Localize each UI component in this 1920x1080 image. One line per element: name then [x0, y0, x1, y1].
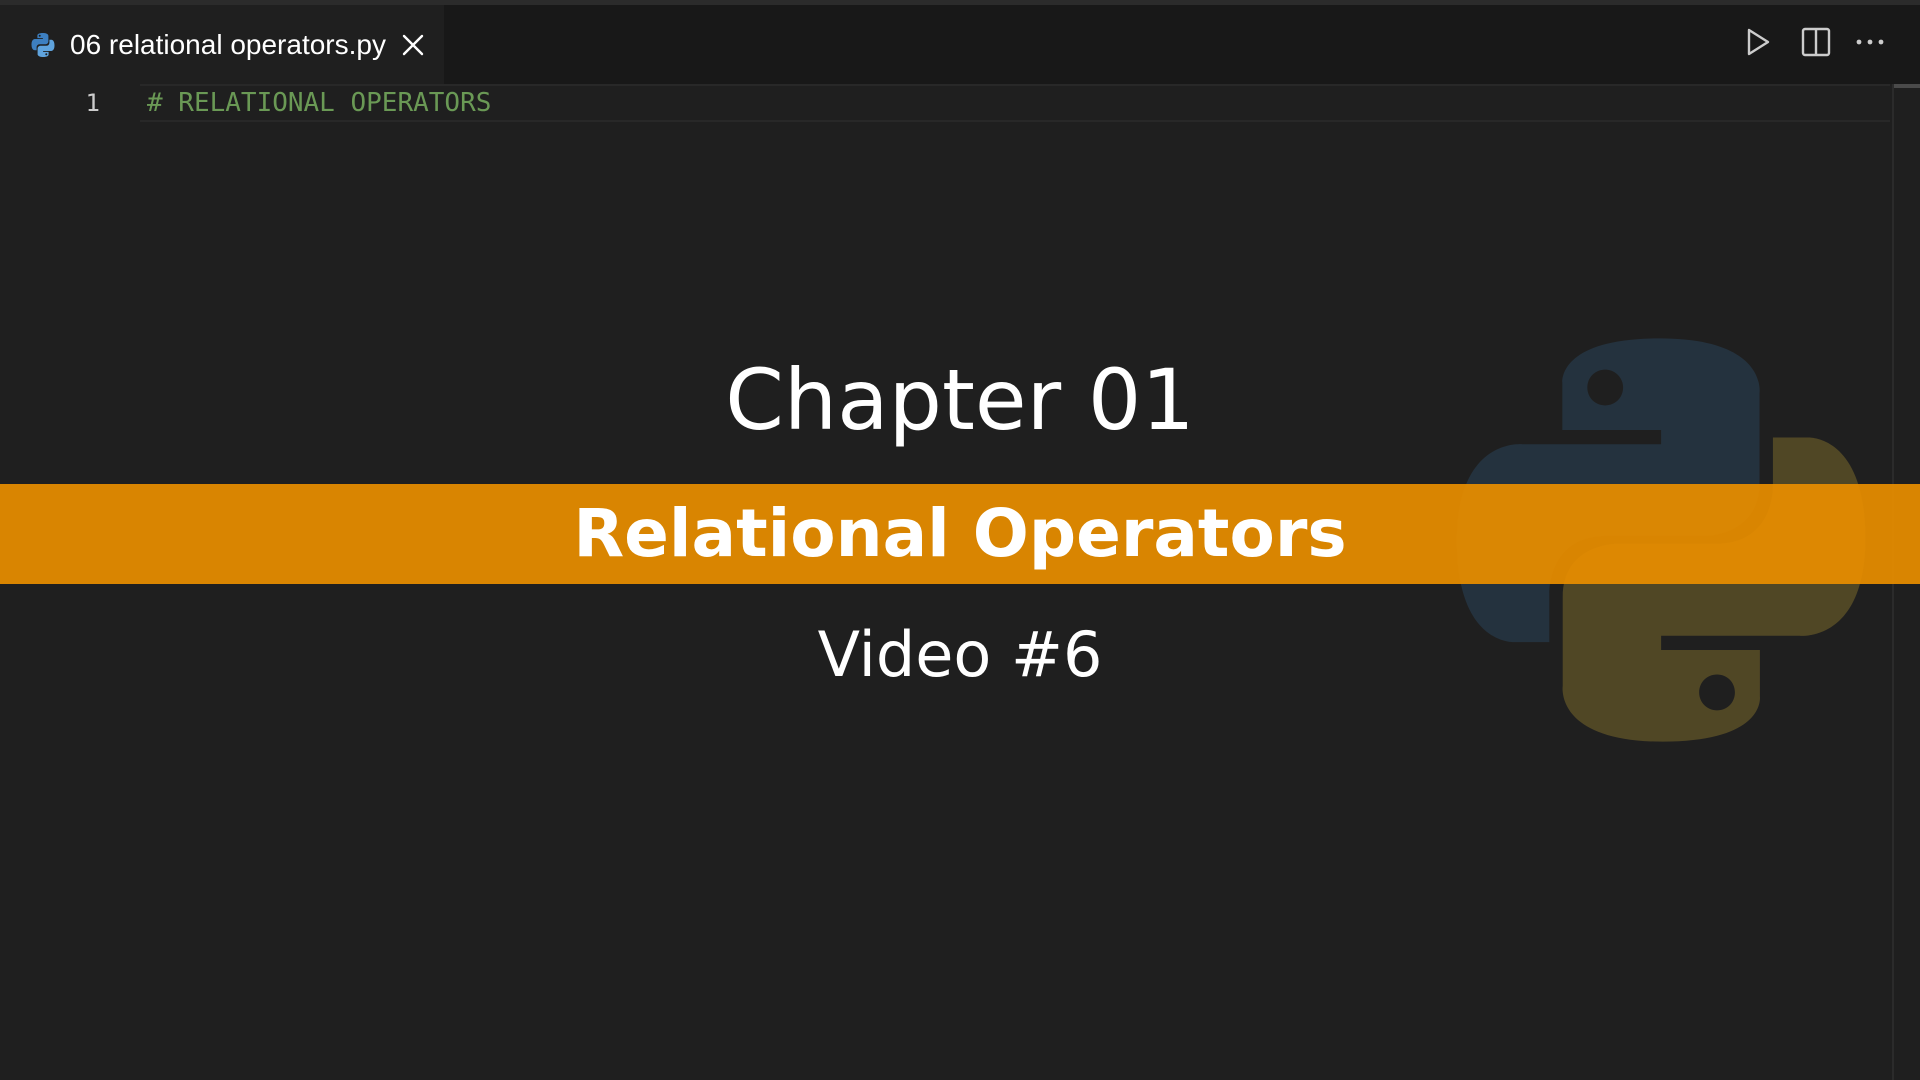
close-icon: [402, 34, 424, 55]
tab-bar: 06 relational operators.py: [0, 0, 1920, 84]
tab-relational-operators[interactable]: 06 relational operators.py: [0, 5, 444, 84]
lesson-title: Relational Operators: [573, 495, 1347, 572]
editor-window: 06 relational operators.py 1 # RELATIONA…: [0, 0, 1920, 1080]
split-editor-icon: [1801, 27, 1831, 57]
title-banner: Relational Operators: [0, 484, 1920, 584]
scrollbar-thumb[interactable]: [1894, 84, 1920, 88]
play-icon: [1747, 28, 1770, 56]
split-editor-button[interactable]: [1796, 22, 1836, 62]
more-actions-button[interactable]: [1850, 22, 1890, 62]
tab-close-button[interactable]: [396, 28, 430, 62]
line-number: 1: [85, 89, 100, 117]
tab-filename: 06 relational operators.py: [70, 28, 386, 60]
video-number: Video #6: [817, 618, 1103, 691]
chapter-heading: Chapter 01: [725, 351, 1195, 449]
python-file-icon: [30, 32, 56, 58]
ellipsis-icon: [1856, 39, 1884, 45]
run-python-file-button[interactable]: [1738, 22, 1778, 62]
code-line-comment[interactable]: # RELATIONAL OPERATORS: [147, 86, 491, 120]
